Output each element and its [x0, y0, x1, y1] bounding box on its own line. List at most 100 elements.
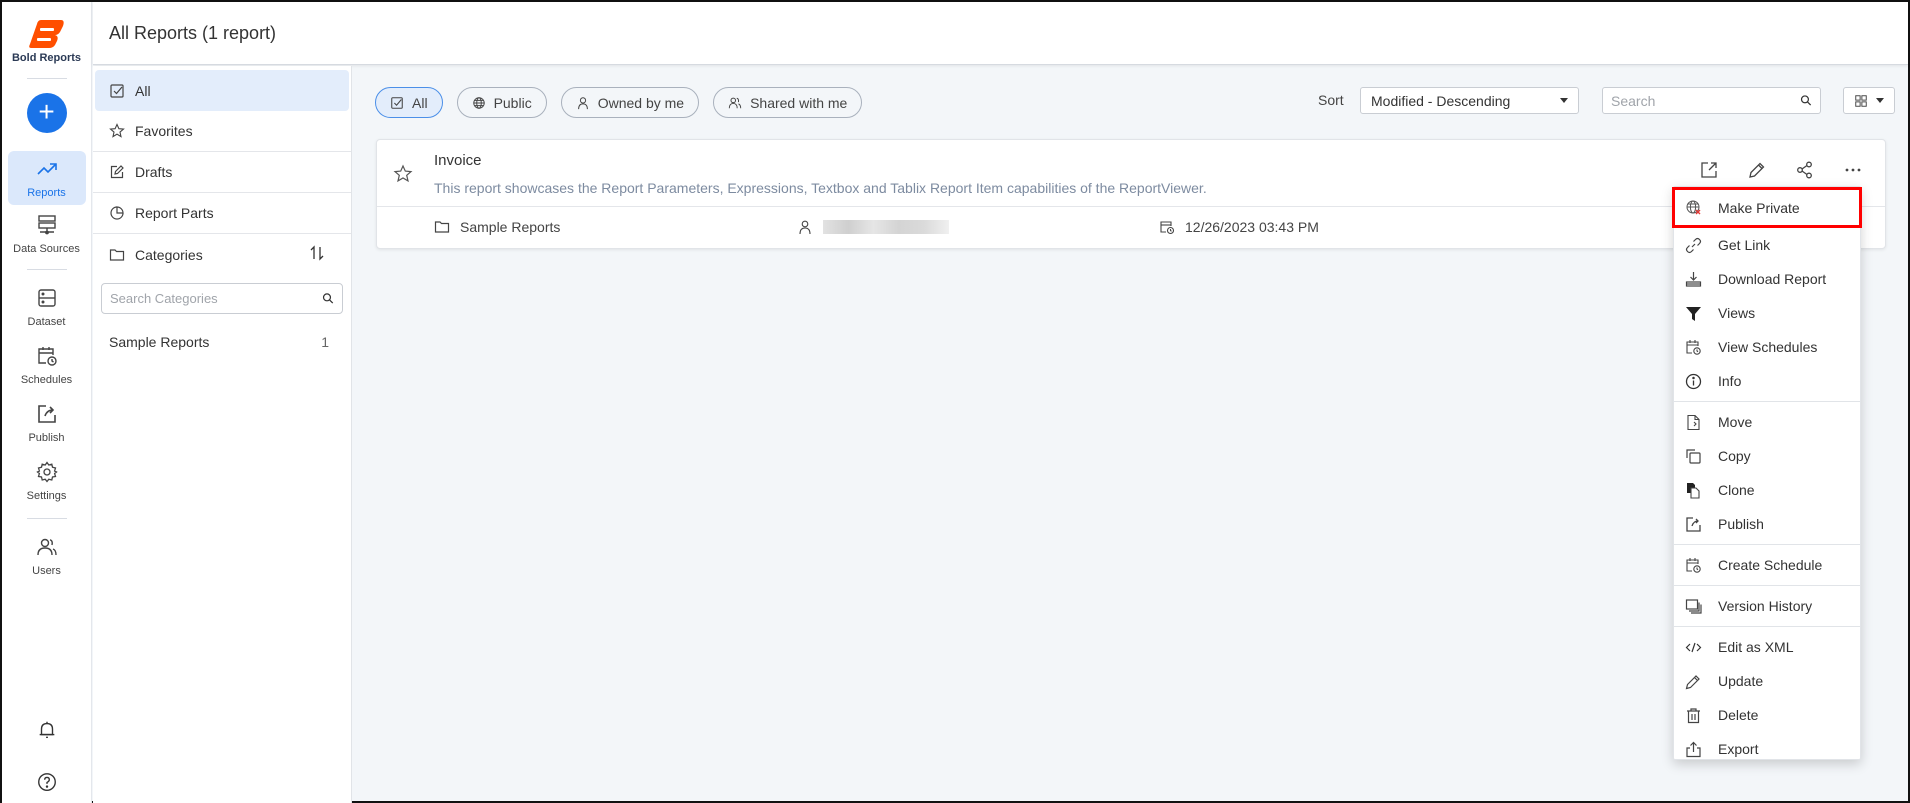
reports-side-panel: All Favorites Drafts Report Parts Catego… [93, 66, 352, 803]
menu-item-info[interactable]: Info [1674, 364, 1860, 398]
report-category-name: Sample Reports [460, 219, 561, 235]
brand-logo[interactable]: Bold Reports [12, 18, 81, 64]
menu-item-create-schedule[interactable]: Create Schedule [1674, 548, 1860, 582]
bell-icon[interactable] [36, 719, 58, 741]
star-icon[interactable] [393, 164, 413, 184]
filter-shared-with-me[interactable]: Shared with me [713, 87, 863, 118]
globe-x-icon [1686, 200, 1701, 215]
more-options-icon[interactable] [1843, 160, 1863, 180]
share-icon[interactable] [1795, 160, 1815, 180]
rail-item-dataset[interactable]: Dataset [8, 280, 86, 334]
side-item-favorites[interactable]: Favorites [93, 111, 351, 152]
category-item[interactable]: Sample Reports 1 [93, 334, 351, 350]
menu-divider [1674, 401, 1860, 402]
report-search-field[interactable] [1602, 87, 1821, 114]
rail-item-label: Schedules [20, 374, 73, 386]
menu-item-delete[interactable]: Delete [1674, 698, 1860, 732]
clone-icon [1687, 482, 1700, 499]
filter-public[interactable]: Public [456, 87, 547, 118]
menu-divider [1674, 544, 1860, 545]
filter-label: All [412, 94, 428, 111]
grid-icon [1855, 94, 1867, 107]
menu-item-make-private[interactable]: Make Private [1672, 187, 1862, 228]
rail-item-label: Publish [28, 432, 65, 444]
folder-icon [109, 248, 125, 261]
rail-item-data-sources[interactable]: Data Sources [8, 207, 86, 261]
side-item-label: Categories [135, 246, 203, 263]
server-icon [37, 215, 56, 235]
page-title: All Reports (1 report) [109, 22, 277, 43]
side-item-drafts[interactable]: Drafts [93, 152, 351, 193]
side-item-label: Favorites [135, 123, 193, 139]
rail-item-schedules[interactable]: Schedules [8, 338, 86, 392]
menu-item-export[interactable]: Export [1674, 732, 1860, 766]
pencil-icon[interactable] [1747, 160, 1767, 180]
menu-item-views[interactable]: Views [1674, 296, 1860, 330]
report-name[interactable]: Invoice [434, 152, 482, 169]
menu-item-version-history[interactable]: Version History [1674, 589, 1860, 623]
menu-item-label: Get Link [1718, 237, 1771, 253]
help-icon[interactable] [36, 771, 58, 793]
sort-toggle-icon[interactable] [309, 245, 325, 261]
menu-item-edit-as-xml[interactable]: Edit as XML [1674, 630, 1860, 664]
menu-item-get-link[interactable]: Get Link [1674, 228, 1860, 262]
rail-divider [26, 518, 67, 519]
filter-icon [1686, 306, 1701, 321]
rail-item-settings[interactable]: Settings [8, 454, 86, 508]
menu-item-label: Create Schedule [1718, 557, 1823, 573]
menu-item-view-schedules[interactable]: View Schedules [1674, 330, 1860, 364]
rail-item-publish[interactable]: Publish [8, 396, 86, 450]
globe-icon [472, 96, 485, 109]
report-context-menu: Make Private Get Link Download Report Vi… [1672, 186, 1862, 760]
menu-item-label: Version History [1718, 598, 1813, 614]
rail-item-label: Reports [27, 187, 66, 199]
rail-bottom-actions [36, 719, 58, 793]
users-icon [36, 538, 57, 556]
menu-item-label: Publish [1718, 516, 1764, 532]
calendar-clock-icon [1686, 557, 1701, 573]
search-icon [1800, 95, 1811, 106]
rail-item-reports[interactable]: Reports [7, 151, 86, 205]
filter-label: Shared with me [750, 94, 848, 111]
menu-item-move[interactable]: Move [1674, 405, 1860, 439]
rail-item-users[interactable]: Users [8, 529, 86, 583]
menu-item-copy[interactable]: Copy [1674, 439, 1860, 473]
open-external-icon[interactable] [1699, 160, 1719, 180]
rail-item-label: Users [32, 565, 61, 577]
category-search-input[interactable] [110, 291, 322, 306]
menu-item-update[interactable]: Update [1674, 664, 1860, 698]
report-card-header: Invoice This report showcases the Report… [377, 140, 1885, 207]
report-search-input[interactable] [1611, 92, 1800, 109]
chevron-down-icon [1560, 98, 1568, 103]
side-item-report-parts[interactable]: Report Parts [93, 193, 351, 234]
filter-owned-by-me[interactable]: Owned by me [560, 87, 700, 118]
report-modified: 12/26/2023 03:43 PM [1159, 219, 1319, 235]
menu-divider [1674, 585, 1860, 586]
version-icon [1685, 598, 1702, 614]
side-item-categories[interactable]: Categories [93, 234, 351, 275]
menu-item-label: Views [1718, 305, 1756, 321]
menu-item-download-report[interactable]: Download Report [1674, 262, 1860, 296]
menu-item-publish[interactable]: Publish [1674, 507, 1860, 541]
rail-item-label: Settings [26, 490, 67, 502]
report-category[interactable]: Sample Reports [434, 219, 560, 235]
menu-item-clone[interactable]: Clone [1674, 473, 1860, 507]
sort-dropdown[interactable]: Modified - Descending [1360, 87, 1579, 114]
view-mode-dropdown[interactable] [1843, 87, 1895, 114]
menu-item-label: Info [1718, 373, 1742, 389]
report-description: This report showcases the Report Paramet… [434, 180, 1207, 196]
page-header: All Reports (1 report) [93, 2, 1908, 65]
menu-item-label: Move [1718, 414, 1753, 430]
menu-item-label: Delete [1718, 707, 1759, 723]
side-item-all[interactable]: All [95, 70, 349, 111]
calendar-clock-icon [1686, 339, 1701, 355]
users-icon [728, 97, 742, 108]
rail-divider [26, 269, 67, 270]
category-name: Sample Reports [109, 334, 210, 350]
side-item-label: All [135, 82, 151, 99]
copy-icon [1686, 448, 1701, 464]
filter-all[interactable]: All [375, 87, 443, 118]
create-new-button[interactable]: + [26, 93, 67, 133]
category-search-field[interactable] [101, 283, 343, 314]
link-icon [1685, 237, 1702, 253]
